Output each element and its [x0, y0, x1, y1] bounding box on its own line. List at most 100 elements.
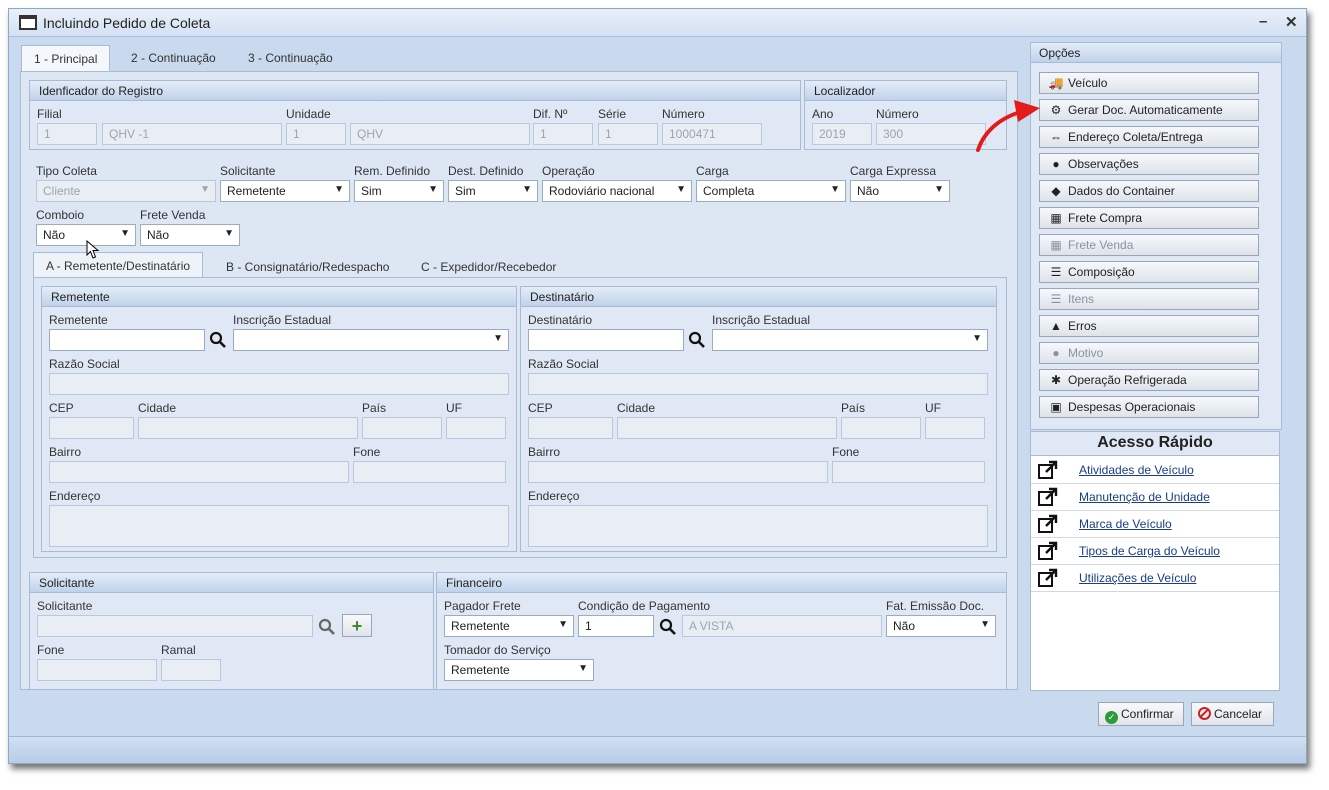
cancel-button[interactable]: Cancelar — [1191, 702, 1274, 726]
destinatario-cep-field — [528, 417, 613, 439]
tab-continuacao-2[interactable]: 2 - Continuação — [119, 45, 228, 69]
acesso-rapido-header: Acesso Rápido — [1031, 432, 1279, 456]
opcoes-item[interactable]: 🚚 Veículo — [1039, 72, 1259, 94]
remetente-pais-label: País — [362, 401, 387, 415]
external-link-icon[interactable] — [1037, 487, 1059, 507]
dif-label: Dif. Nº — [533, 107, 568, 121]
minimize-button[interactable]: – — [1259, 13, 1267, 30]
tomador-servico-select[interactable]: Remetente ▼ — [444, 659, 594, 681]
search-icon[interactable] — [318, 618, 336, 636]
opcoes-item[interactable]: ⚙ Gerar Doc. Automaticamente — [1039, 99, 1259, 121]
carga-select[interactable]: Completa ▼ — [696, 180, 846, 202]
opcoes-panel: Opções 🚚 Veículo ⚙ Gerar Doc. Automaticamen… — [1030, 42, 1282, 430]
dest-definido-label: Dest. Definido — [448, 164, 524, 178]
opcoes-item[interactable]: ✱ Operação Refrigerada — [1039, 369, 1259, 391]
signpost-icon: ⇔ — [1050, 130, 1062, 144]
comboio-label: Comboio — [36, 208, 85, 222]
destinatario-cep-label: CEP — [528, 401, 553, 415]
money-icon: ▣ — [1050, 400, 1062, 414]
check-circle-icon: ✓ — [1105, 711, 1118, 724]
warning-icon: ▲ — [1050, 319, 1062, 333]
acesso-rapido-row: Tipos de Carga do Veículo — [1031, 538, 1279, 565]
subtab-consignatario-redespacho[interactable]: B - Consignatário/Redespacho — [214, 254, 401, 278]
condicao-pagamento-label: Condição de Pagamento — [578, 599, 711, 613]
acesso-rapido-link[interactable]: Tipos de Carga do Veículo — [1079, 544, 1220, 558]
destinatario-ie-select[interactable]: ▼ — [712, 329, 988, 351]
remetente-razao-label: Razão Social — [49, 357, 120, 371]
opcoes-item-label: Endereço Coleta/Entrega — [1068, 130, 1203, 144]
search-icon[interactable] — [688, 331, 706, 349]
main-panel: Idenficador do Registro Filial 1 QHV -1 … — [20, 71, 1018, 690]
operacao-select[interactable]: Rodoviário nacional ▼ — [542, 180, 692, 202]
window-title: Incluindo Pedido de Coleta — [43, 15, 211, 31]
tab-continuacao-3[interactable]: 3 - Continuação — [236, 45, 345, 69]
condicao-pagamento-input[interactable]: 1 — [578, 615, 654, 637]
pagador-frete-select[interactable]: Remetente ▼ — [444, 615, 574, 637]
search-icon[interactable] — [659, 618, 677, 636]
tipo-coleta-select: Cliente ▼ — [36, 180, 216, 202]
acesso-rapido-link[interactable]: Atividades de Veículo — [1079, 463, 1194, 477]
destinatario-bairro-field — [528, 461, 828, 483]
numero-field: 1000471 — [662, 123, 762, 145]
dif-field: 1 — [533, 123, 593, 145]
opcoes-item[interactable]: ● Observações — [1039, 153, 1259, 175]
opcoes-item-label: Veículo — [1068, 76, 1108, 90]
subtab-expedidor-recebedor[interactable]: C - Expedidor/Recebedor — [409, 254, 568, 278]
carga-expressa-label: Carga Expressa — [850, 164, 937, 178]
external-link-icon[interactable] — [1037, 541, 1059, 561]
opcoes-item[interactable]: ▣ Despesas Operacionais — [1039, 396, 1259, 418]
destinatario-pais-label: País — [841, 401, 866, 415]
destinatario-endereco-label: Endereço — [528, 489, 580, 503]
destinatario-fone-field — [832, 461, 985, 483]
subtab-remetente-destinatario[interactable]: A - Remetente/Destinatário — [33, 252, 204, 278]
unidade-code-field: 1 — [286, 123, 346, 145]
opcoes-item[interactable]: ▦ Frete Compra — [1039, 207, 1259, 229]
external-link-icon[interactable] — [1037, 568, 1059, 588]
list-icon: ☰ — [1050, 265, 1062, 279]
add-solicitante-button[interactable]: + — [342, 614, 372, 637]
acesso-rapido-row: Manutenção de Unidade — [1031, 484, 1279, 511]
financeiro-header: Financeiro — [437, 573, 1006, 593]
fat-emissao-select[interactable]: Não ▼ — [886, 615, 996, 637]
close-button[interactable]: ✕ — [1285, 13, 1298, 31]
solicitante-select[interactable]: Remetente ▼ — [220, 180, 350, 202]
solicitante-header: Solicitante — [30, 573, 433, 593]
remetente-uf-label: UF — [446, 401, 462, 415]
tomador-servico-label: Tomador do Serviço — [444, 643, 551, 657]
opcoes-item[interactable]: ☰ Composição — [1039, 261, 1259, 283]
opcoes-item[interactable]: ▲ Erros — [1039, 315, 1259, 337]
external-link-icon[interactable] — [1037, 460, 1059, 480]
remetente-header: Remetente — [42, 287, 516, 307]
remetente-ie-select[interactable]: ▼ — [233, 329, 509, 351]
filial-label: Filial — [37, 107, 62, 121]
carga-expressa-select[interactable]: Não ▼ — [850, 180, 950, 202]
destinatario-input[interactable] — [528, 329, 684, 351]
ano-label: Ano — [812, 107, 834, 121]
acesso-rapido-link[interactable]: Utilizações de Veículo — [1079, 571, 1196, 585]
acesso-rapido-link[interactable]: Manutenção de Unidade — [1079, 490, 1210, 504]
opcoes-item-label: Gerar Doc. Automaticamente — [1068, 103, 1223, 117]
asterisk-icon: ✱ — [1050, 373, 1062, 387]
remetente-bairro-field — [49, 461, 349, 483]
destinatario-fone-label: Fone — [832, 445, 860, 459]
tipo-coleta-label: Tipo Coleta — [36, 164, 97, 178]
opcoes-item[interactable]: ⇔ Endereço Coleta/Entrega — [1039, 126, 1259, 148]
rem-definido-select[interactable]: Sim ▼ — [354, 180, 444, 202]
loc-numero-label: Número — [876, 107, 919, 121]
dest-definido-select[interactable]: Sim ▼ — [448, 180, 538, 202]
opcoes-item[interactable]: ◆ Dados do Container — [1039, 180, 1259, 202]
external-link-icon[interactable] — [1037, 514, 1059, 534]
frete-venda-select[interactable]: Não ▼ — [140, 224, 240, 246]
opcoes-item-label: Operação Refrigerada — [1068, 373, 1187, 387]
search-icon[interactable] — [209, 331, 227, 349]
confirm-button[interactable]: ✓ Confirmar — [1098, 702, 1184, 726]
destinatario-bairro-label: Bairro — [528, 445, 561, 459]
status-bar — [9, 736, 1306, 763]
opcoes-item: ● Motivo — [1039, 342, 1259, 364]
tab-principal[interactable]: 1 - Principal — [21, 45, 111, 71]
window-icon — [19, 15, 37, 30]
remetente-input[interactable] — [49, 329, 205, 351]
gears-icon: ⚙ — [1050, 103, 1062, 117]
remetente-cep-field — [49, 417, 134, 439]
acesso-rapido-link[interactable]: Marca de Veículo — [1079, 517, 1172, 531]
